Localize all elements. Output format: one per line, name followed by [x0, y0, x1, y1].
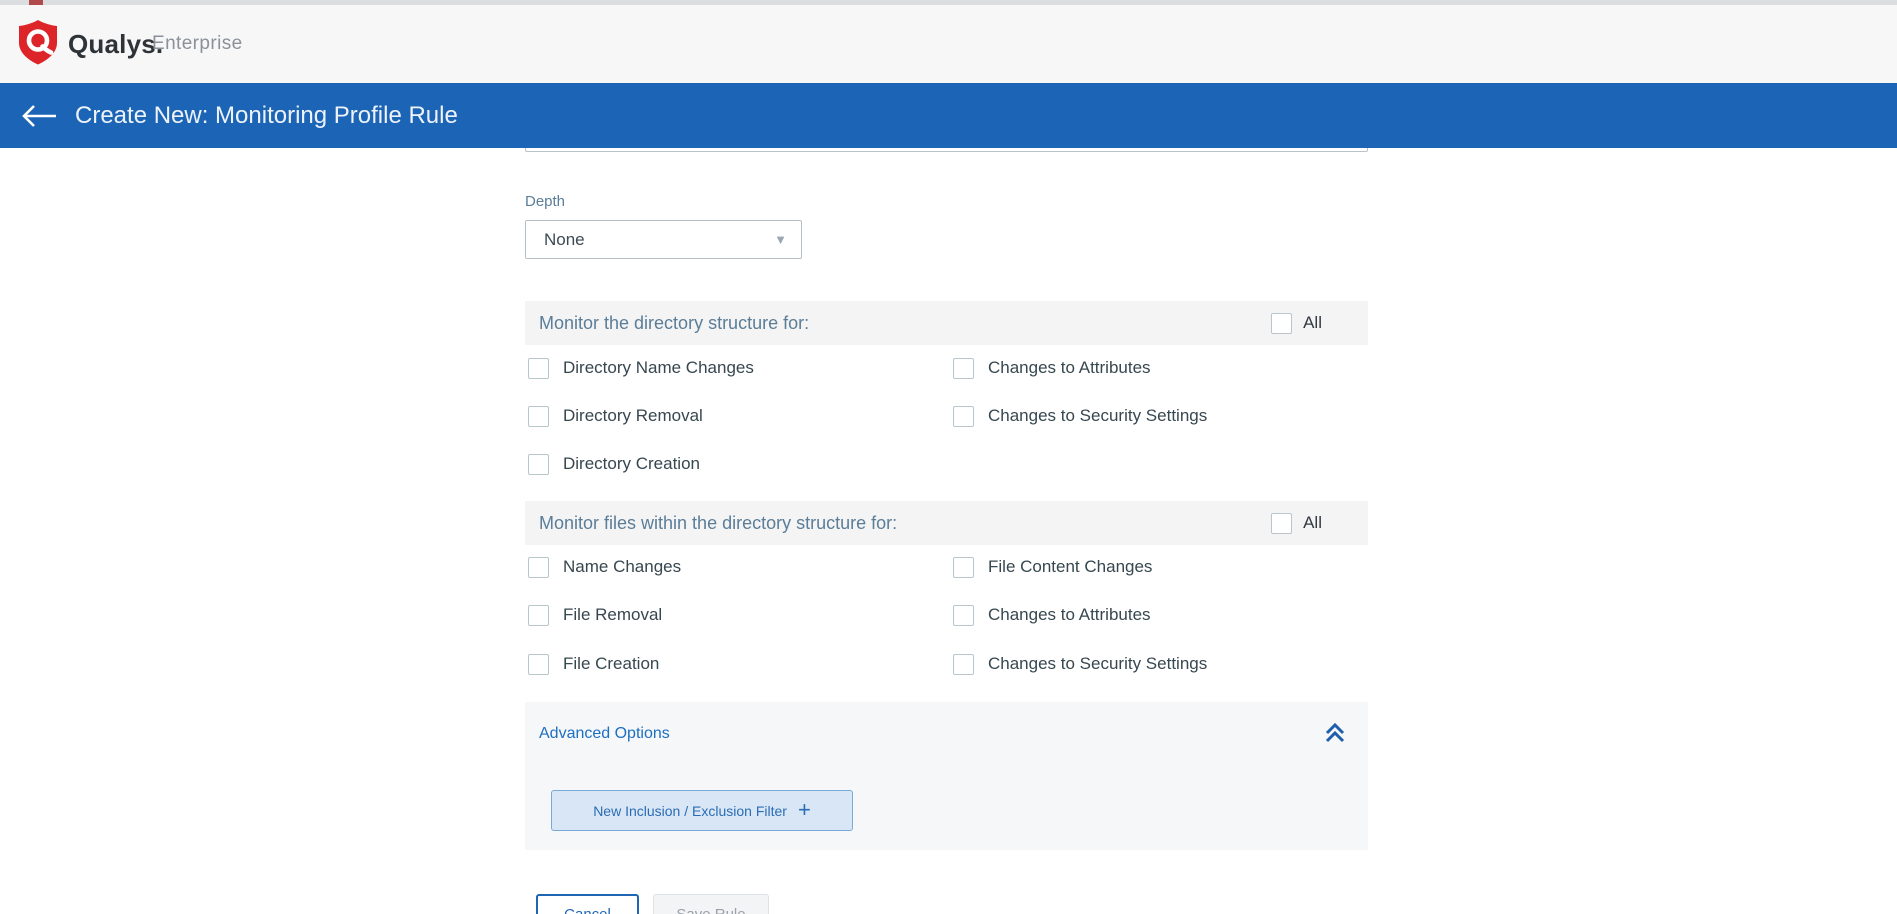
page-title: Create New: Monitoring Profile Rule [75, 83, 458, 148]
cancel-button-label: Cancel [564, 906, 611, 914]
checkbox-item: File Content Changes [953, 556, 1152, 578]
brand-name: Qualys. [68, 29, 163, 60]
section-files-all: All [1271, 513, 1368, 534]
checkbox-label: Changes to Attributes [988, 358, 1151, 378]
all-checkbox[interactable] [1271, 513, 1292, 534]
checkbox[interactable] [528, 358, 549, 379]
qualys-logo-icon [18, 19, 58, 65]
checkbox[interactable] [953, 406, 974, 427]
section-directory-title: Monitor the directory structure for: [525, 313, 1271, 334]
checkbox-item: Name Changes [528, 556, 681, 578]
advanced-options-panel: Advanced Options New Inclusion / Exclusi… [525, 702, 1368, 850]
checkbox[interactable] [528, 654, 549, 675]
depth-label: Depth [525, 193, 565, 210]
checkbox[interactable] [953, 654, 974, 675]
all-checkbox-label: All [1303, 313, 1322, 333]
section-files-title: Monitor files within the directory struc… [525, 513, 1271, 534]
checkbox-item: Changes to Security Settings [953, 405, 1207, 427]
new-filter-button-label: New Inclusion / Exclusion Filter [593, 803, 787, 819]
checkbox[interactable] [953, 358, 974, 379]
all-checkbox-label: All [1303, 513, 1322, 533]
checkbox-item: Changes to Attributes [953, 604, 1151, 626]
checkbox-label: Directory Name Changes [563, 358, 754, 378]
back-arrow-icon [20, 103, 58, 129]
section-directory-header: Monitor the directory structure for: All [525, 301, 1368, 345]
chevron-down-icon: ▼ [774, 232, 787, 247]
app-header: Qualys. Enterprise [0, 5, 1897, 83]
all-checkbox[interactable] [1271, 313, 1292, 334]
checkbox-item: File Removal [528, 604, 662, 626]
checkbox-label: Directory Removal [563, 406, 703, 426]
advanced-options-label: Advanced Options [539, 725, 670, 743]
cancel-button[interactable]: Cancel [536, 894, 639, 914]
checkbox[interactable] [528, 557, 549, 578]
brand-edition: Enterprise [152, 33, 243, 55]
checkbox-item: Changes to Security Settings [953, 653, 1207, 675]
checkbox-item: Directory Name Changes [528, 357, 754, 379]
checkbox[interactable] [528, 406, 549, 427]
checkbox-item: Directory Creation [528, 453, 700, 475]
save-rule-button[interactable]: Save Rule [653, 894, 769, 914]
checkbox-item: File Creation [528, 653, 659, 675]
page: Qualys. Enterprise Create New: Monitorin… [0, 0, 1897, 914]
checkbox-label: Changes to Attributes [988, 605, 1151, 625]
checkbox[interactable] [953, 557, 974, 578]
depth-select[interactable]: None ▼ [525, 220, 802, 259]
checkbox[interactable] [528, 605, 549, 626]
checkbox-label: File Content Changes [988, 557, 1152, 577]
checkbox[interactable] [528, 454, 549, 475]
section-files-header: Monitor files within the directory struc… [525, 501, 1368, 545]
checkbox-label: Directory Creation [563, 454, 700, 474]
checkbox-item: Changes to Attributes [953, 357, 1151, 379]
checkbox-label: Changes to Security Settings [988, 654, 1207, 674]
new-inclusion-exclusion-filter-button[interactable]: New Inclusion / Exclusion Filter + [551, 790, 853, 831]
checkbox[interactable] [953, 605, 974, 626]
back-button[interactable] [18, 102, 60, 130]
checkbox-label: Changes to Security Settings [988, 406, 1207, 426]
checkbox-label: File Removal [563, 605, 662, 625]
title-bar: Create New: Monitoring Profile Rule [0, 83, 1897, 148]
section-directory-all: All [1271, 313, 1368, 334]
depth-select-value: None [544, 230, 774, 250]
checkbox-label: Name Changes [563, 557, 681, 577]
checkbox-label: File Creation [563, 654, 659, 674]
chevron-double-up-icon [1322, 720, 1348, 746]
checkbox-item: Directory Removal [528, 405, 703, 427]
plus-icon: + [798, 799, 811, 821]
collapse-button[interactable] [1322, 720, 1348, 746]
save-rule-button-label: Save Rule [676, 906, 745, 914]
